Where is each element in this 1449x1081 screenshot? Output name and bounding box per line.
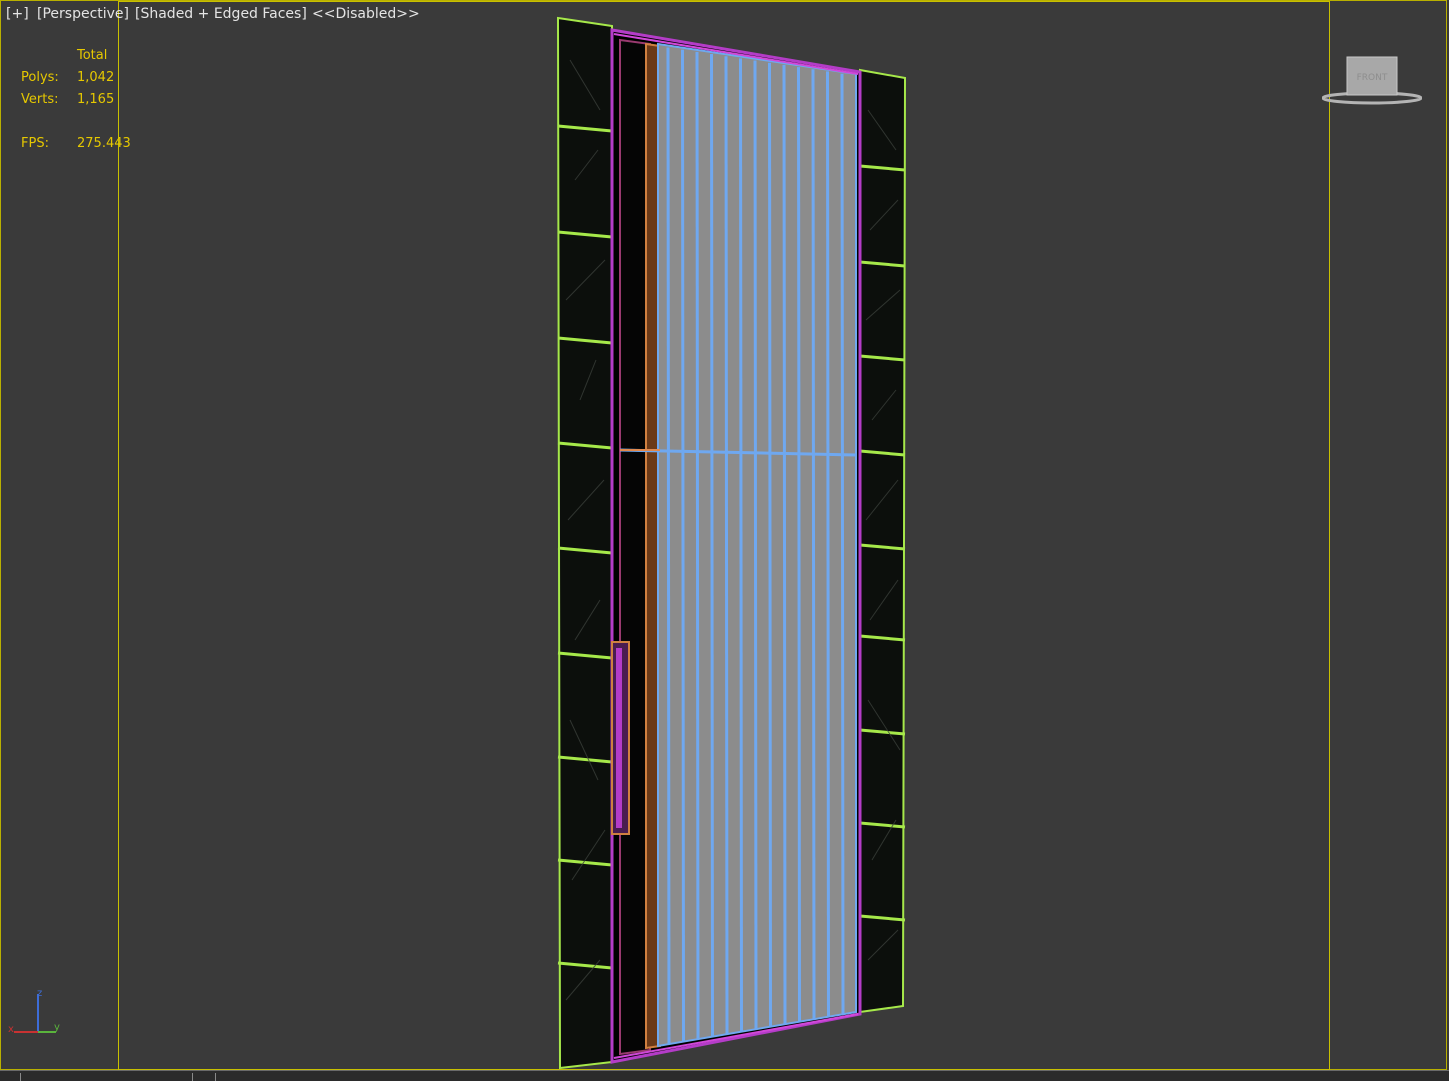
glass-slat bbox=[840, 73, 845, 1015]
viewport-state-label[interactable]: <<Disabled>> bbox=[312, 6, 420, 22]
stats-polys-value: 1,042 bbox=[77, 70, 115, 85]
left-side-panel[interactable] bbox=[556, 16, 613, 1070]
stats-fps-label: FPS: bbox=[21, 136, 49, 151]
glass-slat bbox=[681, 49, 685, 1042]
glass-slat bbox=[695, 51, 700, 1040]
stats-total-header: Total bbox=[77, 48, 108, 63]
viewcube[interactable]: FRONT bbox=[1322, 54, 1422, 106]
stats-verts-value: 1,165 bbox=[77, 92, 115, 107]
stats-polys-label: Polys: bbox=[21, 70, 59, 85]
axis-x-label: x bbox=[8, 1024, 14, 1035]
glass-slat bbox=[753, 60, 758, 1030]
glass-slat bbox=[768, 62, 772, 1028]
glass-slat bbox=[797, 67, 801, 1023]
viewport-general-menu[interactable]: [+] bbox=[6, 6, 29, 22]
axis-y-label: y bbox=[54, 1022, 60, 1033]
door-model-scene[interactable] bbox=[0, 0, 1449, 1080]
glass-slat bbox=[710, 54, 714, 1037]
door-slab[interactable] bbox=[610, 28, 862, 1064]
viewcube-face-label: FRONT bbox=[1357, 73, 1388, 83]
perspective-viewport[interactable]: [+] [Perspective] [Shaded + Edged Faces]… bbox=[0, 0, 1449, 1080]
glass-slat bbox=[739, 58, 743, 1032]
door-handle[interactable] bbox=[611, 641, 630, 835]
stats-verts-label: Verts: bbox=[21, 92, 59, 107]
glass-slat bbox=[782, 64, 787, 1025]
viewport-shading-menu[interactable]: [Shaded + Edged Faces] bbox=[135, 6, 307, 22]
axis-tripod-icon: z x y bbox=[8, 988, 60, 1035]
viewport-point-of-view-menu[interactable]: [Perspective] bbox=[37, 6, 129, 22]
right-side-panel[interactable] bbox=[859, 68, 907, 1014]
glass-slat bbox=[666, 47, 671, 1045]
glass-slat bbox=[724, 56, 729, 1035]
bottom-ui-strip bbox=[0, 1070, 1449, 1081]
glass-slat bbox=[811, 69, 816, 1020]
stats-fps-value: 275.443 bbox=[77, 136, 131, 151]
glass-slat bbox=[826, 71, 830, 1018]
axis-z-label: z bbox=[37, 988, 42, 999]
